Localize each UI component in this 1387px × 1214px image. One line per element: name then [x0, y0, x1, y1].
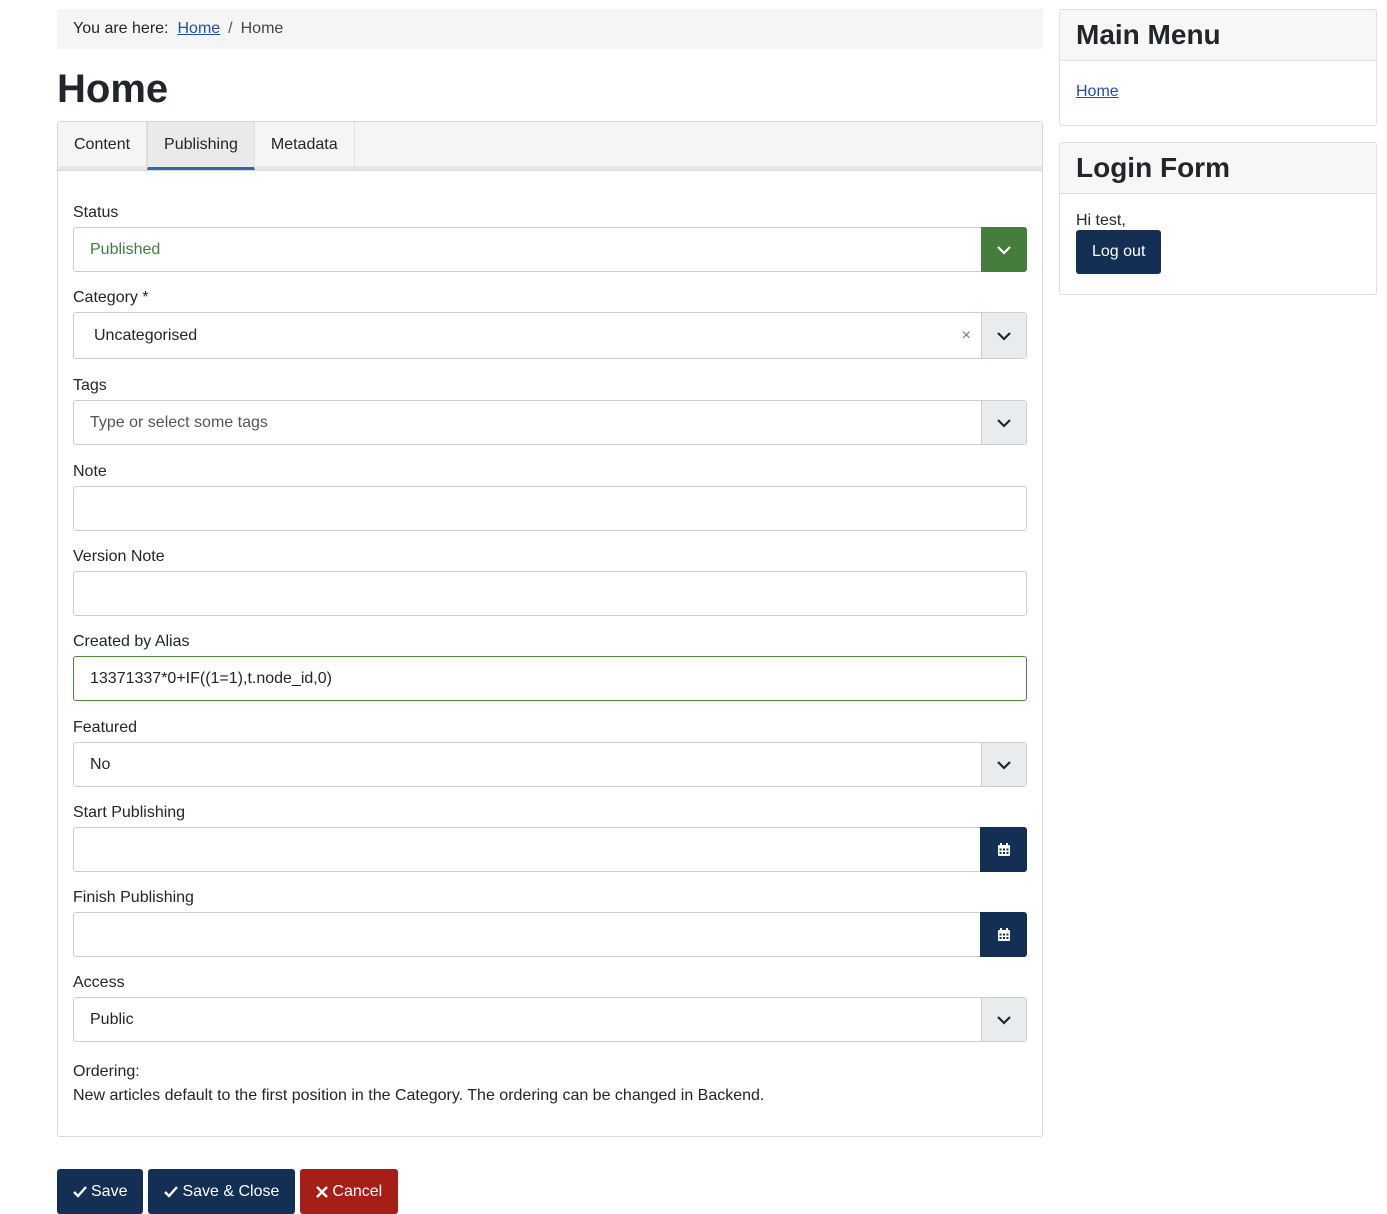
logout-button[interactable]: Log out: [1076, 230, 1162, 274]
login-form-body: Hi test, Log out: [1060, 194, 1376, 290]
save-button[interactable]: Save: [57, 1169, 144, 1214]
note-field: Note: [73, 462, 1027, 531]
status-value: Published: [90, 240, 161, 258]
start-publishing-input[interactable]: [73, 827, 1027, 872]
breadcrumb-separator: /: [228, 20, 233, 37]
created-by-alias-input[interactable]: 13371337*0+IF((1=1),t.node_id,0): [73, 656, 1027, 701]
tab-content[interactable]: Content: [58, 122, 148, 170]
tags-label: Tags: [73, 377, 107, 394]
breadcrumb-home-link[interactable]: Home: [177, 20, 220, 38]
form-actions: Save Save & Close Cancel: [57, 1169, 399, 1214]
ordering-text: New articles default to the first positi…: [73, 1087, 765, 1104]
category-value: Uncategorised: [94, 326, 198, 344]
breadcrumb-prefix: You are here:: [73, 20, 169, 37]
version-note-input[interactable]: [73, 571, 1027, 616]
created-by-alias-value: 13371337*0+IF((1=1),t.node_id,0): [90, 669, 332, 687]
access-value: Public: [90, 1010, 134, 1028]
close-icon: [316, 1185, 329, 1198]
article-edit-tabset: Content Publishing Metadata Status Publi…: [57, 121, 1043, 1137]
check-icon: [164, 1185, 179, 1198]
ordering-info: Ordering: New articles default to the fi…: [73, 1060, 1027, 1108]
tab-metadata[interactable]: Metadata: [255, 122, 355, 170]
chevron-down-icon[interactable]: [981, 227, 1027, 272]
calendar-icon[interactable]: [980, 912, 1027, 957]
main-menu-body: Home: [1060, 61, 1376, 117]
category-label: Category *: [73, 289, 149, 306]
featured-field: Featured No: [73, 718, 1027, 787]
chevron-down-icon[interactable]: [981, 998, 1026, 1041]
cancel-button[interactable]: Cancel: [300, 1169, 399, 1214]
version-note-field: Version Note: [73, 547, 1027, 616]
breadcrumb-current: Home: [240, 20, 284, 37]
main-menu-item-home[interactable]: Home: [1076, 83, 1119, 100]
chevron-down-icon[interactable]: [981, 313, 1026, 358]
cancel-button-label: Cancel: [332, 1182, 383, 1200]
calendar-icon[interactable]: [980, 827, 1027, 872]
finish-publishing-input[interactable]: [73, 912, 1027, 957]
access-select[interactable]: Public: [73, 997, 1027, 1042]
status-label: Status: [73, 204, 119, 221]
featured-select[interactable]: No: [73, 742, 1027, 787]
login-form-module: Login Form Hi test, Log out: [1059, 142, 1377, 295]
chevron-down-icon[interactable]: [981, 743, 1026, 786]
featured-value: No: [90, 755, 111, 773]
note-label: Note: [73, 463, 107, 480]
finish-publishing-label: Finish Publishing: [73, 889, 194, 906]
version-note-label: Version Note: [73, 548, 165, 565]
category-select[interactable]: Uncategorised ×: [73, 312, 1027, 359]
main-menu-module: Main Menu Home: [1059, 9, 1377, 126]
start-publishing-label: Start Publishing: [73, 804, 186, 821]
save-button-label: Save: [91, 1182, 128, 1200]
login-greeting: Hi test,: [1076, 212, 1126, 229]
ordering-label: Ordering:: [73, 1063, 140, 1080]
login-form-title: Login Form: [1060, 143, 1376, 194]
status-select[interactable]: Published: [73, 227, 1027, 272]
created-by-alias-label: Created by Alias: [73, 633, 190, 650]
chevron-down-icon[interactable]: [981, 401, 1026, 444]
created-by-alias-field: Created by Alias 13371337*0+IF((1=1),t.n…: [73, 632, 1027, 701]
access-label: Access: [73, 974, 125, 991]
page-title: Home: [57, 67, 169, 111]
tab-bar: Content Publishing Metadata: [58, 122, 1042, 171]
save-close-button-label: Save & Close: [182, 1182, 280, 1200]
main-menu-title: Main Menu: [1060, 10, 1376, 61]
breadcrumb: You are here: Home / Home: [57, 9, 1043, 49]
tags-placeholder: Type or select some tags: [90, 413, 268, 431]
access-field: Access Public: [73, 973, 1027, 1042]
featured-label: Featured: [73, 719, 138, 736]
tags-select[interactable]: Type or select some tags: [73, 400, 1027, 445]
finish-publishing-field: Finish Publishing: [73, 888, 1027, 957]
status-field: Status Published: [73, 203, 1027, 272]
start-publishing-field: Start Publishing: [73, 803, 1027, 872]
note-input[interactable]: [73, 486, 1027, 531]
category-field: Category * Uncategorised ×: [73, 288, 1027, 359]
check-icon: [73, 1185, 87, 1198]
clear-icon[interactable]: ×: [962, 327, 971, 345]
tab-publishing[interactable]: Publishing: [147, 122, 255, 170]
save-close-button[interactable]: Save & Close: [148, 1169, 296, 1214]
tags-field: Tags Type or select some tags: [73, 376, 1027, 445]
